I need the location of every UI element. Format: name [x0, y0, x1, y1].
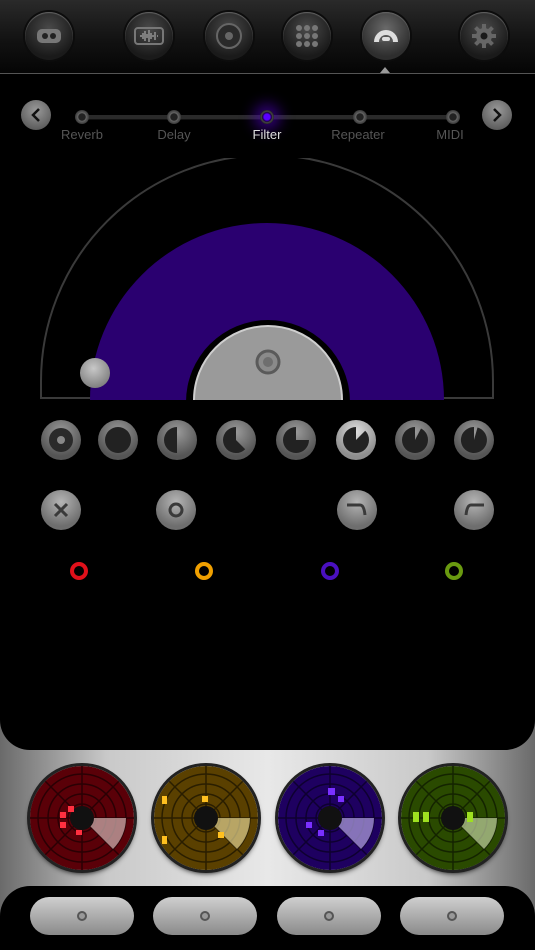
effect-label-filter[interactable]: Filter	[222, 127, 312, 142]
channel-green-toggle[interactable]	[445, 562, 463, 580]
filter-highpass-button[interactable]	[454, 490, 494, 530]
previous-effect-button[interactable]	[21, 100, 51, 130]
channel-purple-toggle[interactable]	[321, 562, 339, 580]
pie-five-eighths-icon[interactable]	[216, 420, 256, 460]
pie-quarter-icon[interactable]	[336, 420, 376, 460]
next-effect-button[interactable]	[482, 100, 512, 130]
effect-label-repeater[interactable]: Repeater	[313, 127, 403, 142]
pie-eighth-icon[interactable]	[395, 420, 435, 460]
record-icon[interactable]	[205, 12, 253, 60]
close-icon	[53, 502, 69, 518]
waveform-icon[interactable]	[125, 12, 173, 60]
channel-orange-toggle[interactable]	[195, 562, 213, 580]
filter-position-knob[interactable]	[80, 358, 110, 388]
full-circle-icon[interactable]	[98, 420, 138, 460]
purple-channel-button[interactable]	[277, 897, 381, 935]
ring-icon[interactable]	[41, 420, 81, 460]
orange-channel-button[interactable]	[153, 897, 257, 935]
grid-icon[interactable]	[283, 12, 331, 60]
effect-dot-delay[interactable]	[167, 110, 181, 124]
effect-label-reverb[interactable]: Reverb	[37, 127, 127, 142]
half-circle-icon[interactable]	[157, 420, 197, 460]
red-channel-button[interactable]	[30, 897, 134, 935]
face-icon[interactable]	[25, 12, 73, 60]
effect-dot-repeater[interactable]	[353, 110, 367, 124]
filter-center-dome[interactable]	[186, 302, 350, 402]
effect-label-midi[interactable]: MIDI	[405, 127, 495, 142]
pie-three-quarters-icon[interactable]	[276, 420, 316, 460]
filter-bandpass-button[interactable]	[156, 490, 196, 530]
fx-knob-icon[interactable]	[362, 12, 410, 60]
gear-icon[interactable]	[460, 12, 508, 60]
purple-pad[interactable]	[278, 766, 382, 870]
panel-top-edge	[0, 700, 535, 750]
effect-dot-midi[interactable]	[446, 110, 460, 124]
filter-lowpass-button[interactable]	[337, 490, 377, 530]
chevron-left-icon	[31, 108, 40, 122]
effect-label-delay[interactable]: Delay	[129, 127, 219, 142]
lowpass-icon	[347, 503, 367, 516]
ring-icon	[168, 502, 184, 518]
selected-tab-caret	[380, 67, 390, 73]
highpass-icon	[464, 503, 484, 516]
pie-sliver-icon[interactable]	[454, 420, 494, 460]
top-toolbar	[0, 0, 535, 74]
red-pad[interactable]	[30, 766, 134, 870]
green-channel-button[interactable]	[400, 897, 504, 935]
channel-red-toggle[interactable]	[70, 562, 88, 580]
effect-dot-filter[interactable]	[260, 110, 274, 124]
green-pad[interactable]	[401, 766, 505, 870]
orange-pad[interactable]	[154, 766, 258, 870]
chevron-right-icon	[493, 108, 502, 122]
filter-off-button[interactable]	[41, 490, 81, 530]
effect-dot-reverb[interactable]	[75, 110, 89, 124]
